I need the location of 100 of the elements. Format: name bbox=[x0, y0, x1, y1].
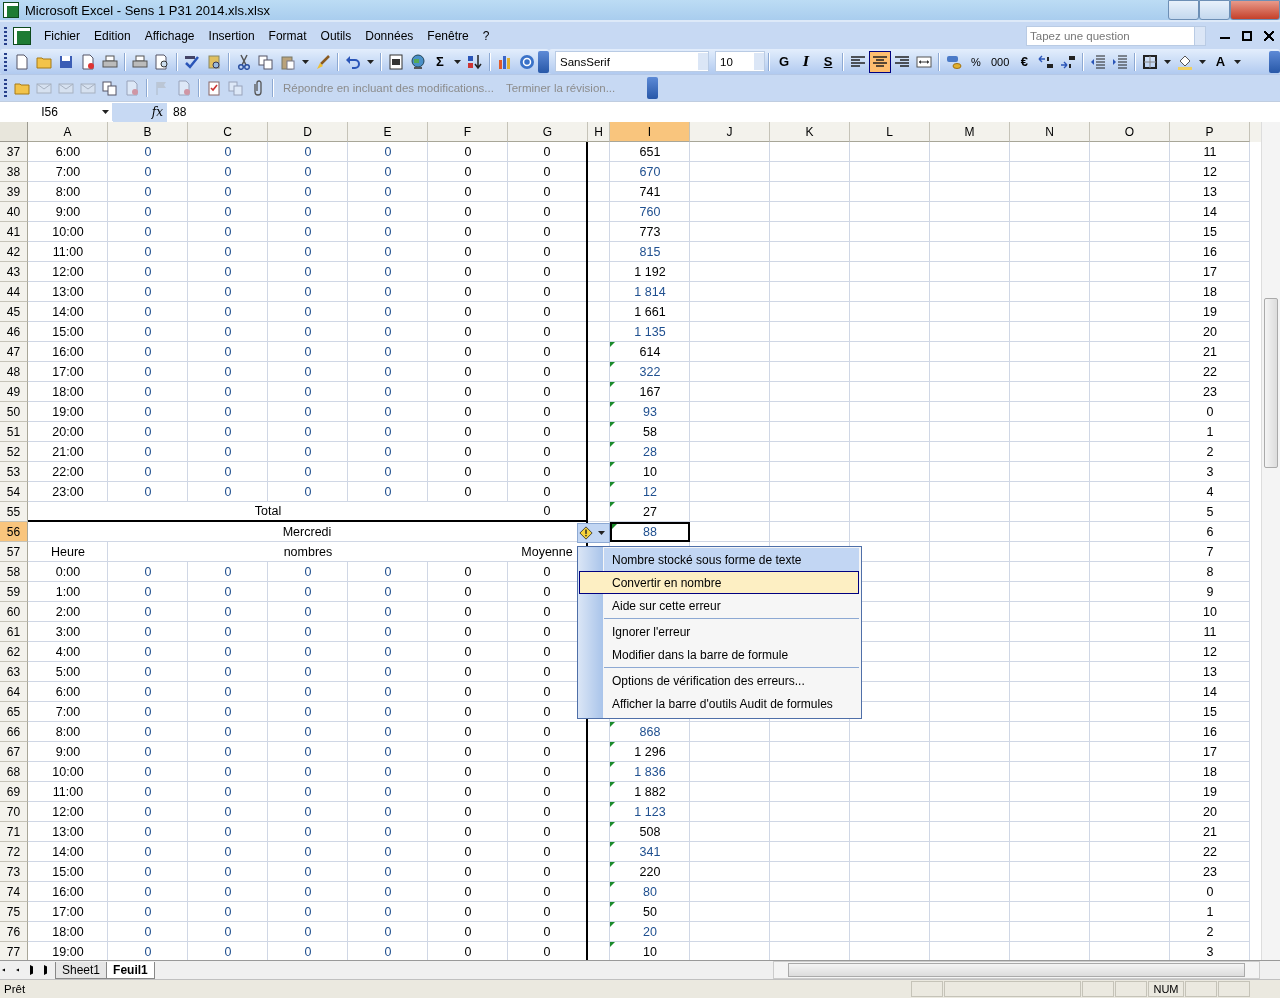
row-header[interactable]: 56 bbox=[0, 522, 28, 542]
menu-item[interactable]: Format bbox=[263, 26, 312, 45]
row-header[interactable]: 77 bbox=[0, 942, 28, 960]
row-header[interactable]: 39 bbox=[0, 182, 28, 202]
caret-icon[interactable] bbox=[367, 59, 374, 64]
toolbar-button[interactable]: € bbox=[1013, 50, 1036, 73]
toolbar-button[interactable]: G bbox=[773, 50, 795, 73]
menu-item[interactable]: Aide sur cette erreur bbox=[604, 594, 859, 617]
row-header[interactable]: 61 bbox=[0, 622, 28, 642]
row-header[interactable]: 41 bbox=[0, 222, 28, 242]
row-header[interactable]: 55 bbox=[0, 502, 28, 522]
toolbar-options-button[interactable] bbox=[1269, 50, 1280, 73]
column-header[interactable]: M bbox=[930, 122, 1010, 142]
scroll-thumb[interactable] bbox=[788, 963, 1245, 977]
toolbar-options-button[interactable] bbox=[538, 50, 549, 73]
row-header[interactable]: 48 bbox=[0, 362, 28, 382]
menu-item[interactable]: Afficher la barre d'outils Audit de formules bbox=[604, 692, 859, 715]
caret-icon[interactable] bbox=[1164, 59, 1172, 64]
scroll-thumb[interactable] bbox=[1264, 298, 1278, 468]
doc-close-button[interactable] bbox=[1264, 30, 1274, 41]
menu-item[interactable]: ? bbox=[477, 26, 495, 45]
row-header[interactable]: 60 bbox=[0, 602, 28, 622]
row-header[interactable]: 57 bbox=[0, 542, 28, 562]
minimize-button[interactable] bbox=[1168, 0, 1199, 20]
sheet-tab[interactable]: Feuil1 bbox=[106, 961, 155, 979]
column-header[interactable]: K bbox=[770, 122, 850, 142]
menu-item[interactable]: Fenêtre bbox=[422, 26, 474, 45]
font-size-field[interactable]: 10 bbox=[715, 51, 765, 72]
row-header[interactable]: 63 bbox=[0, 662, 28, 682]
row-header[interactable]: 73 bbox=[0, 862, 28, 882]
column-header[interactable]: D bbox=[268, 122, 348, 142]
column-header[interactable]: O bbox=[1090, 122, 1170, 142]
menu-item[interactable]: Edition bbox=[89, 26, 136, 45]
row-header[interactable]: 68 bbox=[0, 762, 28, 782]
toolbar-button[interactable]: I bbox=[795, 50, 817, 73]
toolbar-grip[interactable] bbox=[4, 52, 7, 71]
toolbar-button[interactable]: % bbox=[965, 50, 987, 73]
horizontal-scrollbar[interactable] bbox=[773, 961, 1260, 979]
sheet-tab[interactable]: Sheet1 bbox=[55, 961, 108, 979]
caret-icon[interactable] bbox=[102, 110, 109, 114]
doc-minimize-button[interactable] bbox=[1220, 37, 1230, 40]
column-header[interactable]: G bbox=[508, 122, 588, 142]
formula-field[interactable]: 88 bbox=[167, 105, 1280, 119]
row-header[interactable]: 70 bbox=[0, 802, 28, 822]
column-header[interactable]: C bbox=[188, 122, 268, 142]
toolbar-button[interactable]: 000 bbox=[987, 50, 1014, 73]
caret-icon[interactable] bbox=[1234, 59, 1242, 64]
row-header[interactable]: 51 bbox=[0, 422, 28, 442]
row-header[interactable]: 71 bbox=[0, 822, 28, 842]
row-header[interactable]: 43 bbox=[0, 262, 28, 282]
toolbar-grip[interactable] bbox=[4, 79, 7, 97]
caret-icon[interactable] bbox=[302, 59, 309, 64]
row-header[interactable]: 37 bbox=[0, 142, 28, 162]
menu-item[interactable]: Options de vérification des erreurs... bbox=[604, 669, 859, 692]
row-header[interactable]: 67 bbox=[0, 742, 28, 762]
row-header[interactable]: 50 bbox=[0, 402, 28, 422]
column-header[interactable]: L bbox=[850, 122, 930, 142]
doc-restore-button[interactable] bbox=[1242, 30, 1252, 41]
menu-item[interactable]: Modifier dans la barre de formule bbox=[604, 643, 859, 666]
font-field[interactable]: SansSerif bbox=[555, 51, 709, 72]
column-header[interactable]: P bbox=[1170, 122, 1250, 142]
row-header[interactable]: 58 bbox=[0, 562, 28, 582]
menu-item[interactable]: Ignorer l'erreur bbox=[604, 620, 859, 643]
row-header[interactable]: 47 bbox=[0, 342, 28, 362]
row-header[interactable]: 72 bbox=[0, 842, 28, 862]
question-field[interactable]: Tapez une question bbox=[1026, 25, 1194, 46]
column-header[interactable]: B bbox=[108, 122, 188, 142]
row-header[interactable]: 54 bbox=[0, 482, 28, 502]
toolbar-button[interactable]: S bbox=[817, 50, 839, 73]
row-header[interactable]: 62 bbox=[0, 642, 28, 662]
row-header[interactable]: 59 bbox=[0, 582, 28, 602]
menu-item[interactable]: Affichage bbox=[139, 26, 200, 45]
column-header[interactable]: I bbox=[610, 122, 690, 142]
column-header[interactable]: A bbox=[28, 122, 108, 142]
row-header[interactable]: 74 bbox=[0, 882, 28, 902]
row-header[interactable]: 66 bbox=[0, 722, 28, 742]
row-header[interactable]: 52 bbox=[0, 442, 28, 462]
row-header[interactable]: 45 bbox=[0, 302, 28, 322]
column-header[interactable]: E bbox=[348, 122, 428, 142]
column-header[interactable]: J bbox=[690, 122, 770, 142]
row-header[interactable]: 38 bbox=[0, 162, 28, 182]
menu-item[interactable]: Convertir en nombre bbox=[579, 571, 859, 594]
row-header[interactable]: 49 bbox=[0, 382, 28, 402]
row-header[interactable]: 75 bbox=[0, 902, 28, 922]
row-header[interactable]: 64 bbox=[0, 682, 28, 702]
insert-function-button[interactable]: fx bbox=[151, 105, 163, 119]
column-header[interactable]: N bbox=[1010, 122, 1090, 142]
menu-item[interactable]: Insertion bbox=[203, 26, 260, 45]
toolbar-grip[interactable] bbox=[4, 26, 7, 45]
row-header[interactable]: 76 bbox=[0, 922, 28, 942]
caret-icon[interactable] bbox=[1199, 59, 1207, 64]
error-options-button[interactable] bbox=[577, 523, 610, 543]
column-header[interactable]: H bbox=[588, 122, 610, 142]
row-header[interactable]: 46 bbox=[0, 322, 28, 342]
restore-button[interactable] bbox=[1199, 0, 1230, 20]
menu-item[interactable]: Données bbox=[360, 26, 419, 45]
menu-item[interactable]: Fichier bbox=[39, 26, 85, 45]
row-header[interactable]: 65 bbox=[0, 702, 28, 722]
toolbar-button[interactable] bbox=[869, 50, 891, 73]
caret-icon[interactable] bbox=[454, 59, 461, 64]
